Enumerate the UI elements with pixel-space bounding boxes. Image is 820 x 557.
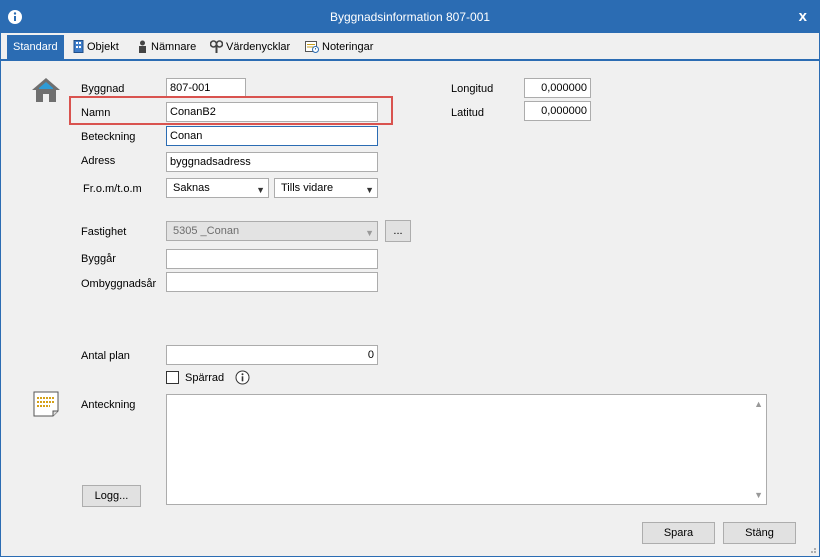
anteckning-label: Anteckning bbox=[81, 399, 136, 411]
beteckning-field[interactable]: Conan bbox=[166, 126, 378, 146]
stang-button[interactable]: Stäng bbox=[723, 522, 796, 544]
tab-noteringar[interactable]: Noteringar bbox=[299, 35, 379, 60]
antal-plan-label: Antal plan bbox=[81, 350, 130, 362]
byggar-label: Byggår bbox=[81, 253, 116, 265]
byggnad-field[interactable]: 807-001 bbox=[166, 78, 246, 98]
person-icon bbox=[139, 40, 146, 53]
info-icon[interactable] bbox=[235, 370, 250, 385]
ombyggnadsar-field[interactable] bbox=[166, 272, 378, 292]
longitud-field[interactable]: 0,000000 bbox=[524, 78, 591, 98]
fastighet-label: Fastighet bbox=[81, 226, 127, 238]
logg-button[interactable]: Logg... bbox=[82, 485, 141, 507]
tab-objekt[interactable]: Objekt bbox=[67, 35, 125, 60]
from-select-value: Saknas bbox=[173, 182, 210, 194]
tab-noteringar-label: Noteringar bbox=[322, 41, 374, 53]
note-icon bbox=[33, 391, 59, 417]
tom-select[interactable]: Tills vidare ▼ bbox=[274, 178, 378, 198]
ombyggnadsar-label: Ombyggnadsår bbox=[81, 278, 157, 290]
fastighet-select[interactable]: 5305 _Conan ▼ bbox=[166, 221, 378, 241]
note-calendar-icon bbox=[305, 41, 319, 53]
chevron-down-icon: ▼ bbox=[365, 228, 374, 238]
building-icon bbox=[73, 40, 84, 53]
spara-button[interactable]: Spara bbox=[642, 522, 715, 544]
namn-label: Namn bbox=[81, 107, 111, 119]
chevron-down-icon: ▼ bbox=[256, 185, 265, 195]
title-bar: Byggnadsinformation 807-001 x bbox=[1, 1, 819, 33]
tom-select-value: Tills vidare bbox=[281, 182, 334, 194]
fastighet-select-value: 5305 _Conan bbox=[173, 225, 240, 237]
tab-bar: Standard Objekt Nämnare Värdenycklar Not… bbox=[1, 33, 819, 61]
chevron-down-icon: ▼ bbox=[365, 185, 374, 195]
tab-vardenycklar-label: Värdenycklar bbox=[226, 41, 291, 53]
beteckning-label: Beteckning bbox=[81, 131, 136, 143]
window-title: Byggnadsinformation 807-001 bbox=[329, 10, 491, 24]
resize-grip-icon[interactable] bbox=[807, 544, 817, 554]
from-select[interactable]: Saknas ▼ bbox=[166, 178, 269, 198]
sparrad-checkbox[interactable] bbox=[166, 371, 179, 384]
anteckning-textarea[interactable]: ▲ ▼ bbox=[166, 394, 767, 505]
house-icon bbox=[32, 78, 60, 102]
close-button[interactable]: x bbox=[799, 8, 807, 25]
tab-objekt-label: Objekt bbox=[87, 41, 119, 53]
tab-namnare[interactable]: Nämnare bbox=[131, 35, 202, 60]
byggar-field[interactable] bbox=[166, 249, 378, 269]
scroll-down-icon[interactable]: ▼ bbox=[754, 490, 763, 500]
longitud-label: Longitud bbox=[451, 83, 494, 95]
tab-vardenycklar[interactable]: Värdenycklar bbox=[204, 35, 296, 60]
scroll-up-icon[interactable]: ▲ bbox=[754, 399, 763, 409]
from-tom-label: Fr.o.m/t.o.m bbox=[83, 183, 142, 195]
latitud-label: Latitud bbox=[451, 107, 485, 119]
adress-field[interactable]: byggnadsadress bbox=[166, 152, 378, 172]
byggnad-label: Byggnad bbox=[81, 83, 125, 95]
namn-field[interactable]: ConanB2 bbox=[166, 102, 378, 122]
key-icon bbox=[209, 40, 224, 53]
latitud-field[interactable]: 0,000000 bbox=[524, 101, 591, 121]
tab-namnare-label: Nämnare bbox=[151, 41, 197, 53]
sparrad-label: Spärrad bbox=[185, 372, 225, 384]
tab-standard[interactable]: Standard bbox=[7, 35, 64, 60]
dialog-window: Byggnadsinformation 807-001 x Standard O… bbox=[0, 0, 820, 557]
antal-plan-field[interactable]: 0 bbox=[166, 345, 378, 365]
fastighet-browse-button[interactable]: ... bbox=[385, 220, 411, 242]
adress-label: Adress bbox=[81, 155, 116, 167]
tab-standard-label: Standard bbox=[13, 41, 58, 53]
